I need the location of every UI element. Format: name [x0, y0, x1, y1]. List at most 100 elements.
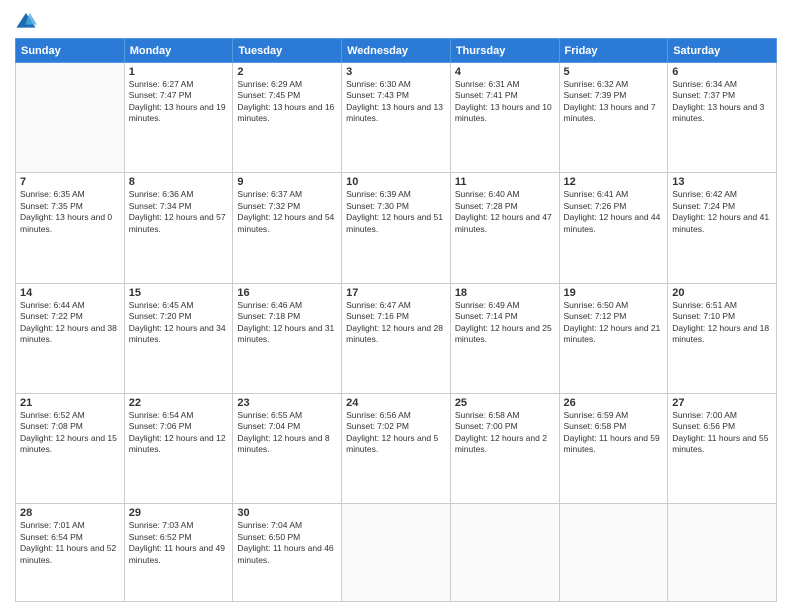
day-number: 19: [564, 287, 664, 299]
day-number: 17: [346, 287, 446, 299]
calendar-cell: 30Sunrise: 7:04 AMSunset: 6:50 PMDayligh…: [233, 504, 342, 602]
day-number: 29: [129, 507, 229, 519]
weekday-header: Sunday: [16, 39, 125, 63]
cell-info: Sunrise: 6:27 AMSunset: 7:47 PMDaylight:…: [129, 79, 229, 125]
day-number: 2: [237, 66, 337, 78]
calendar-cell: 21Sunrise: 6:52 AMSunset: 7:08 PMDayligh…: [16, 393, 125, 503]
calendar-cell: [668, 504, 777, 602]
day-number: 10: [346, 176, 446, 188]
cell-info: Sunrise: 6:59 AMSunset: 6:58 PMDaylight:…: [564, 410, 664, 456]
day-number: 22: [129, 397, 229, 409]
cell-info: Sunrise: 6:55 AMSunset: 7:04 PMDaylight:…: [237, 410, 337, 456]
weekday-header: Tuesday: [233, 39, 342, 63]
cell-info: Sunrise: 6:42 AMSunset: 7:24 PMDaylight:…: [672, 189, 772, 235]
day-number: 25: [455, 397, 555, 409]
cell-info: Sunrise: 7:01 AMSunset: 6:54 PMDaylight:…: [20, 520, 120, 566]
cell-info: Sunrise: 6:29 AMSunset: 7:45 PMDaylight:…: [237, 79, 337, 125]
weekday-header: Monday: [124, 39, 233, 63]
day-number: 7: [20, 176, 120, 188]
calendar-cell: 16Sunrise: 6:46 AMSunset: 7:18 PMDayligh…: [233, 283, 342, 393]
day-number: 27: [672, 397, 772, 409]
cell-info: Sunrise: 6:32 AMSunset: 7:39 PMDaylight:…: [564, 79, 664, 125]
day-number: 28: [20, 507, 120, 519]
logo-icon: [15, 10, 37, 32]
logo: [15, 10, 40, 32]
cell-info: Sunrise: 6:35 AMSunset: 7:35 PMDaylight:…: [20, 189, 120, 235]
cell-info: Sunrise: 6:47 AMSunset: 7:16 PMDaylight:…: [346, 300, 446, 346]
cell-info: Sunrise: 6:39 AMSunset: 7:30 PMDaylight:…: [346, 189, 446, 235]
cell-info: Sunrise: 6:34 AMSunset: 7:37 PMDaylight:…: [672, 79, 772, 125]
cell-info: Sunrise: 6:30 AMSunset: 7:43 PMDaylight:…: [346, 79, 446, 125]
day-number: 23: [237, 397, 337, 409]
calendar-cell: 8Sunrise: 6:36 AMSunset: 7:34 PMDaylight…: [124, 173, 233, 283]
cell-info: Sunrise: 6:45 AMSunset: 7:20 PMDaylight:…: [129, 300, 229, 346]
cell-info: Sunrise: 6:31 AMSunset: 7:41 PMDaylight:…: [455, 79, 555, 125]
day-number: 18: [455, 287, 555, 299]
calendar-cell: [559, 504, 668, 602]
day-number: 4: [455, 66, 555, 78]
calendar-cell: 24Sunrise: 6:56 AMSunset: 7:02 PMDayligh…: [342, 393, 451, 503]
cell-info: Sunrise: 6:50 AMSunset: 7:12 PMDaylight:…: [564, 300, 664, 346]
day-number: 24: [346, 397, 446, 409]
calendar-cell: 25Sunrise: 6:58 AMSunset: 7:00 PMDayligh…: [450, 393, 559, 503]
calendar-cell: 13Sunrise: 6:42 AMSunset: 7:24 PMDayligh…: [668, 173, 777, 283]
day-number: 12: [564, 176, 664, 188]
calendar-cell: 14Sunrise: 6:44 AMSunset: 7:22 PMDayligh…: [16, 283, 125, 393]
calendar-cell: 6Sunrise: 6:34 AMSunset: 7:37 PMDaylight…: [668, 63, 777, 173]
calendar-cell: 22Sunrise: 6:54 AMSunset: 7:06 PMDayligh…: [124, 393, 233, 503]
cell-info: Sunrise: 6:58 AMSunset: 7:00 PMDaylight:…: [455, 410, 555, 456]
cell-info: Sunrise: 7:04 AMSunset: 6:50 PMDaylight:…: [237, 520, 337, 566]
day-number: 5: [564, 66, 664, 78]
calendar-cell: 7Sunrise: 6:35 AMSunset: 7:35 PMDaylight…: [16, 173, 125, 283]
weekday-header: Friday: [559, 39, 668, 63]
cell-info: Sunrise: 7:00 AMSunset: 6:56 PMDaylight:…: [672, 410, 772, 456]
calendar-table: SundayMondayTuesdayWednesdayThursdayFrid…: [15, 38, 777, 602]
calendar-cell: 2Sunrise: 6:29 AMSunset: 7:45 PMDaylight…: [233, 63, 342, 173]
day-number: 11: [455, 176, 555, 188]
calendar-cell: 29Sunrise: 7:03 AMSunset: 6:52 PMDayligh…: [124, 504, 233, 602]
calendar-cell: 23Sunrise: 6:55 AMSunset: 7:04 PMDayligh…: [233, 393, 342, 503]
cell-info: Sunrise: 7:03 AMSunset: 6:52 PMDaylight:…: [129, 520, 229, 566]
calendar-cell: 26Sunrise: 6:59 AMSunset: 6:58 PMDayligh…: [559, 393, 668, 503]
calendar-cell: 19Sunrise: 6:50 AMSunset: 7:12 PMDayligh…: [559, 283, 668, 393]
cell-info: Sunrise: 6:41 AMSunset: 7:26 PMDaylight:…: [564, 189, 664, 235]
weekday-header: Saturday: [668, 39, 777, 63]
cell-info: Sunrise: 6:56 AMSunset: 7:02 PMDaylight:…: [346, 410, 446, 456]
calendar-cell: 12Sunrise: 6:41 AMSunset: 7:26 PMDayligh…: [559, 173, 668, 283]
day-number: 20: [672, 287, 772, 299]
weekday-header: Wednesday: [342, 39, 451, 63]
calendar-cell: 17Sunrise: 6:47 AMSunset: 7:16 PMDayligh…: [342, 283, 451, 393]
calendar-cell: 9Sunrise: 6:37 AMSunset: 7:32 PMDaylight…: [233, 173, 342, 283]
cell-info: Sunrise: 6:52 AMSunset: 7:08 PMDaylight:…: [20, 410, 120, 456]
calendar-cell: [342, 504, 451, 602]
calendar-cell: 11Sunrise: 6:40 AMSunset: 7:28 PMDayligh…: [450, 173, 559, 283]
calendar-cell: 20Sunrise: 6:51 AMSunset: 7:10 PMDayligh…: [668, 283, 777, 393]
day-number: 30: [237, 507, 337, 519]
calendar-cell: 28Sunrise: 7:01 AMSunset: 6:54 PMDayligh…: [16, 504, 125, 602]
day-number: 13: [672, 176, 772, 188]
calendar-cell: 3Sunrise: 6:30 AMSunset: 7:43 PMDaylight…: [342, 63, 451, 173]
calendar-cell: 4Sunrise: 6:31 AMSunset: 7:41 PMDaylight…: [450, 63, 559, 173]
calendar-cell: [16, 63, 125, 173]
header: [15, 10, 777, 32]
cell-info: Sunrise: 6:37 AMSunset: 7:32 PMDaylight:…: [237, 189, 337, 235]
cell-info: Sunrise: 6:49 AMSunset: 7:14 PMDaylight:…: [455, 300, 555, 346]
cell-info: Sunrise: 6:44 AMSunset: 7:22 PMDaylight:…: [20, 300, 120, 346]
calendar-cell: 1Sunrise: 6:27 AMSunset: 7:47 PMDaylight…: [124, 63, 233, 173]
day-number: 6: [672, 66, 772, 78]
page: SundayMondayTuesdayWednesdayThursdayFrid…: [0, 0, 792, 612]
cell-info: Sunrise: 6:51 AMSunset: 7:10 PMDaylight:…: [672, 300, 772, 346]
cell-info: Sunrise: 6:40 AMSunset: 7:28 PMDaylight:…: [455, 189, 555, 235]
day-number: 21: [20, 397, 120, 409]
day-number: 8: [129, 176, 229, 188]
cell-info: Sunrise: 6:54 AMSunset: 7:06 PMDaylight:…: [129, 410, 229, 456]
day-number: 9: [237, 176, 337, 188]
calendar-cell: 15Sunrise: 6:45 AMSunset: 7:20 PMDayligh…: [124, 283, 233, 393]
day-number: 3: [346, 66, 446, 78]
day-number: 15: [129, 287, 229, 299]
day-number: 16: [237, 287, 337, 299]
calendar-cell: [450, 504, 559, 602]
cell-info: Sunrise: 6:46 AMSunset: 7:18 PMDaylight:…: [237, 300, 337, 346]
calendar-cell: 27Sunrise: 7:00 AMSunset: 6:56 PMDayligh…: [668, 393, 777, 503]
cell-info: Sunrise: 6:36 AMSunset: 7:34 PMDaylight:…: [129, 189, 229, 235]
